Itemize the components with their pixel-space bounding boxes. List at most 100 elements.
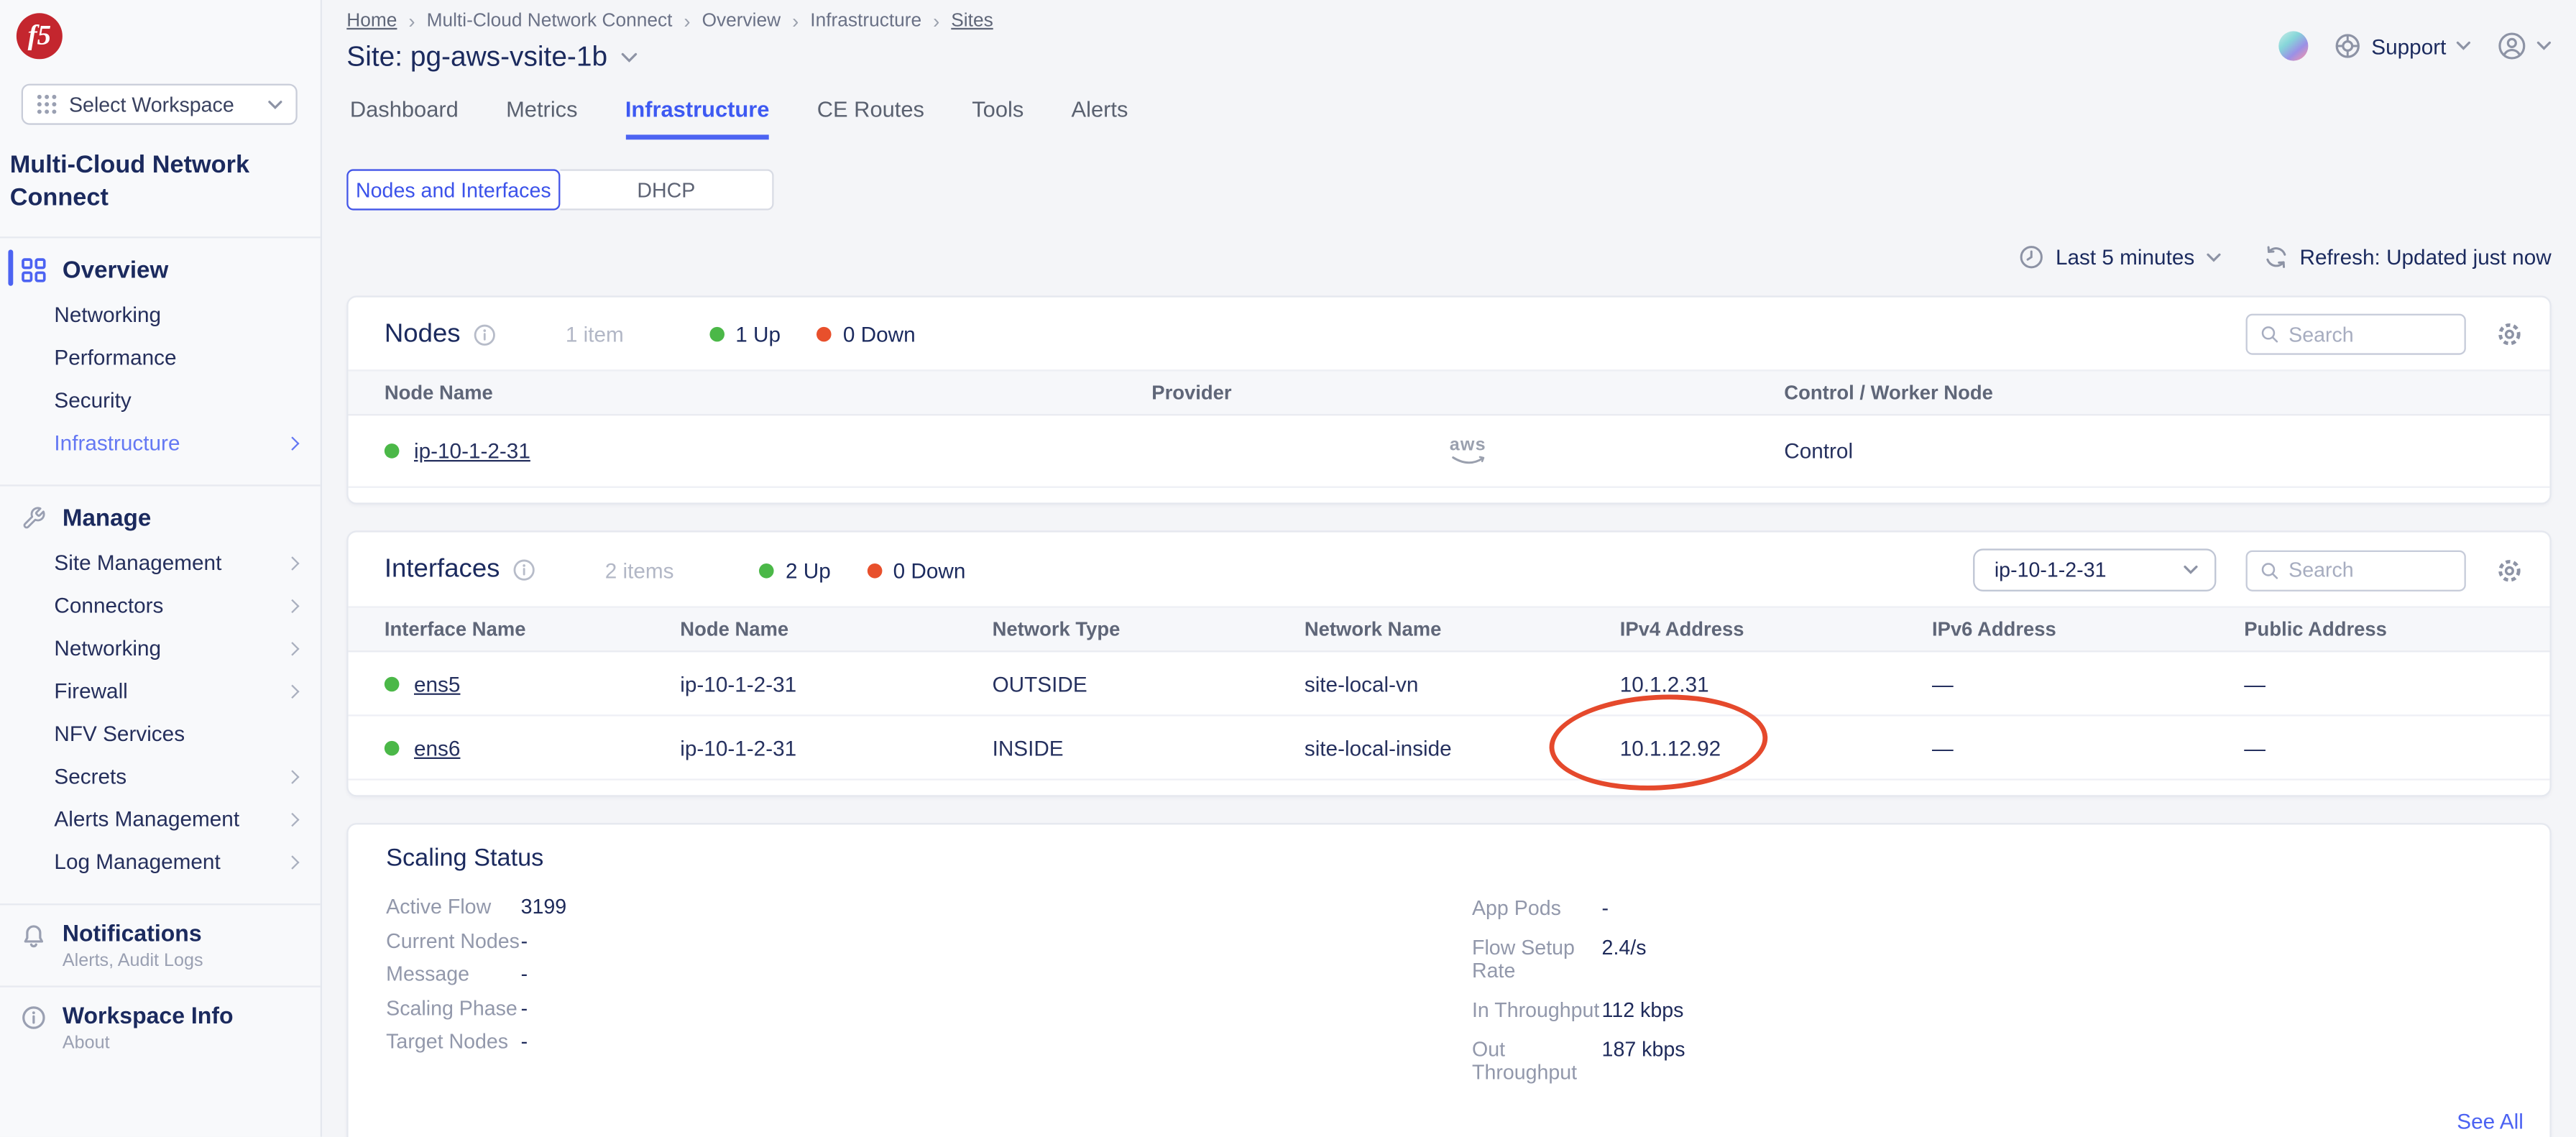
sidebar-item-label: Site Management [54,551,288,575]
table-row: ens6 ip-10-1-2-31 INSIDE site-local-insi… [349,717,2550,781]
chevron-down-icon[interactable] [620,52,637,63]
refresh-button[interactable]: Refresh: Updated just now [2263,245,2551,270]
tab-alerts[interactable]: Alerts [1072,97,1128,139]
sidebar-item-connectors[interactable]: Connectors [0,584,321,627]
tab-metrics[interactable]: Metrics [506,97,577,139]
table-row: ens5 ip-10-1-2-31 OUTSIDE site-local-vn … [349,652,2550,716]
interfaces-down-status: 0 Down [867,558,965,582]
column-header-interface-name: Interface Name [385,617,680,640]
scaling-label: Target Nodes [386,1030,520,1053]
table-row: ip-10-1-2-31 aws Control [349,415,2550,488]
chevron-right-icon [285,812,299,826]
sidebar-item-label: Networking [54,303,161,327]
lifebuoy-icon [2335,33,2362,60]
down-status-label: 0 Down [893,558,966,582]
chevron-right-icon [285,855,299,868]
search-icon [2260,559,2278,581]
chevron-down-icon [2184,565,2199,575]
bell-icon [22,922,46,949]
sidebar-item-label: Security [54,387,131,412]
down-status-dot [816,327,832,342]
top-bar: Home › Multi-Cloud Network Connect › Ove… [346,0,2551,74]
interfaces-search [2246,550,2466,591]
cell-network-name: site-local-inside [1305,735,1620,760]
breadcrumb-home[interactable]: Home [346,11,397,31]
sidebar-item-infrastructure[interactable]: Infrastructure [0,421,321,464]
subtab-dhcp[interactable]: DHCP [560,169,773,210]
column-header-provider: Provider [1151,381,1784,404]
interfaces-search-input[interactable] [2288,558,2451,581]
cell-node: ip-10-1-2-31 [680,671,992,696]
support-menu[interactable]: Support [2335,33,2471,60]
column-header-control-worker: Control / Worker Node [1784,381,2549,404]
interface-link[interactable]: ens6 [414,735,460,760]
sidebar-item-label: Connectors [54,593,288,617]
info-icon[interactable] [474,323,497,346]
workspace-selector[interactable]: Select Workspace [22,84,298,125]
scaling-label: App Pods [1472,897,1602,920]
cell-network-type: OUTSIDE [993,671,1305,696]
chevron-right-icon [285,769,299,783]
sidebar-item-nfv-services[interactable]: NFV Services [0,712,321,755]
nav-section-overview: Overview Networking Performance Security… [0,237,321,484]
chevron-right-icon [285,599,299,612]
breadcrumb-infrastructure: Infrastructure [810,11,921,31]
f5-logo[interactable]: f5 [17,13,63,59]
app-window: f5 Select Workspace Multi-Cloud Network … [0,0,2576,1137]
sidebar-item-log-management[interactable]: Log Management [0,840,321,883]
sidebar: f5 Select Workspace Multi-Cloud Network … [0,0,322,1137]
up-status-label: 1 Up [735,322,781,346]
cell-ipv6: — [1932,671,2244,696]
sidebar-item-workspace-info[interactable]: Workspace Info About [0,987,321,1067]
sidebar-item-security[interactable]: Security [0,379,321,421]
column-header-public-address: Public Address [2244,617,2549,640]
sidebar-item-networking-manage[interactable]: Networking [0,627,321,669]
sidebar-item-secrets[interactable]: Secrets [0,755,321,797]
sidebar-item-site-management[interactable]: Site Management [0,541,321,584]
scaling-value: - [521,1030,1472,1053]
tab-tools[interactable]: Tools [972,97,1024,139]
sidebar-item-networking[interactable]: Networking [0,293,321,336]
cell-node: ip-10-1-2-31 [680,735,992,760]
user-icon [2497,31,2526,60]
node-link[interactable]: ip-10-1-2-31 [414,438,530,463]
up-status-dot [759,563,774,578]
scaling-value: - [1602,897,1685,920]
sidebar-item-firewall[interactable]: Firewall [0,669,321,712]
sidebar-item-overview[interactable]: Overview [0,247,321,293]
scaling-value: 3199 [521,896,1472,919]
wrench-icon [22,506,46,530]
tab-infrastructure[interactable]: Infrastructure [625,97,770,139]
interface-link[interactable]: ens5 [414,671,460,696]
see-all-link[interactable]: See All [2457,1109,2524,1133]
node-filter-dropdown[interactable]: ip-10-1-2-31 [1973,548,2216,591]
time-range-selector[interactable]: Last 5 minutes [2020,245,2221,270]
tab-ce-routes[interactable]: CE Routes [817,97,924,139]
account-menu[interactable] [2497,31,2551,60]
subtab-nodes-and-interfaces[interactable]: Nodes and Interfaces [346,169,560,210]
workspace-title: Multi-Cloud Network Connect [10,149,273,216]
interfaces-up-status: 2 Up [759,558,830,582]
breadcrumb-sites[interactable]: Sites [951,11,993,31]
sidebar-section-label: Overview [63,257,168,284]
avatar[interactable] [2279,31,2309,60]
cell-public-address: — [2244,671,2549,696]
sidebar-item-notifications[interactable]: Notifications Alerts, Audit Logs [0,904,321,985]
refresh-label: Refresh: Updated just now [2300,245,2552,270]
sidebar-item-label: Infrastructure [54,431,288,455]
sidebar-item-alerts-management[interactable]: Alerts Management [0,798,321,840]
main-content: Home › Multi-Cloud Network Connect › Ove… [322,0,2576,1137]
sidebar-item-performance[interactable]: Performance [0,336,321,378]
nodes-search-input[interactable] [2288,323,2451,346]
gear-icon[interactable] [2496,321,2524,349]
chevron-down-icon [268,99,283,109]
info-icon[interactable] [513,558,536,581]
nav-section-manage: Manage Site Management Connectors Networ… [0,485,321,903]
cell-public-address: — [2244,735,2549,760]
gear-icon[interactable] [2496,556,2524,584]
notifications-label: Notifications [63,919,203,946]
tab-dashboard[interactable]: Dashboard [350,97,459,139]
time-range-label: Last 5 minutes [2056,245,2194,270]
sidebar-item-manage[interactable]: Manage [0,495,321,541]
chevron-right-icon [285,683,299,697]
